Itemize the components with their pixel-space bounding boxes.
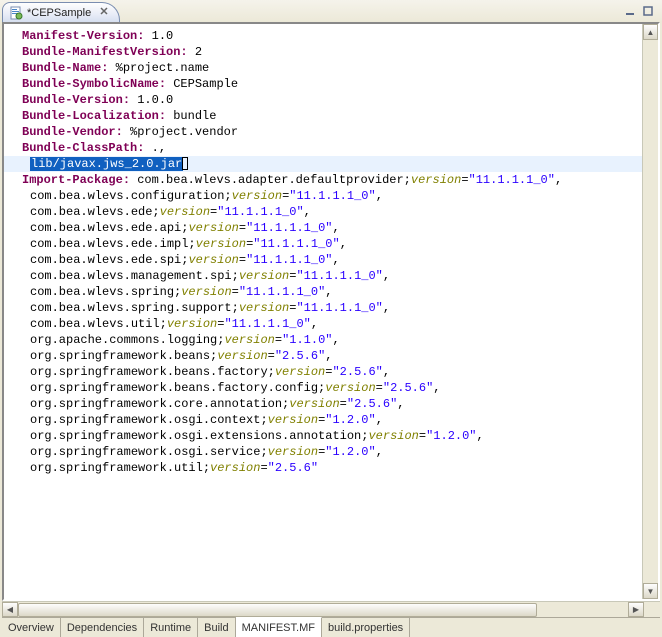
manifest-file-icon: [9, 6, 23, 20]
bottom-tab-build[interactable]: Build: [198, 618, 235, 637]
bottom-tab-overview[interactable]: Overview: [2, 618, 61, 637]
bottom-tab-bar: OverviewDependenciesRuntimeBuildMANIFEST…: [2, 617, 660, 637]
close-icon[interactable]: [99, 6, 109, 19]
editor-tab-bar: *CEPSample: [0, 0, 662, 22]
scroll-down-icon[interactable]: ▼: [643, 583, 658, 599]
scroll-thumb[interactable]: [18, 603, 537, 617]
editor-area: Manifest-Version: 1.0Bundle-ManifestVers…: [2, 22, 660, 601]
maximize-icon[interactable]: [640, 3, 656, 19]
horizontal-scrollbar[interactable]: ◀ ▶: [2, 601, 660, 617]
manifest-editor[interactable]: Manifest-Version: 1.0Bundle-ManifestVers…: [4, 24, 642, 599]
minimize-icon[interactable]: [622, 3, 638, 19]
tab-title: *CEPSample: [27, 7, 91, 19]
scroll-track-h[interactable]: [18, 602, 628, 617]
toolbar-right: [622, 0, 656, 22]
scroll-corner: [644, 602, 660, 617]
scroll-track[interactable]: [643, 40, 658, 583]
bottom-tab-manifest-mf[interactable]: MANIFEST.MF: [236, 617, 322, 637]
bottom-tab-build-properties[interactable]: build.properties: [322, 618, 410, 637]
vertical-scrollbar[interactable]: ▲ ▼: [642, 24, 658, 599]
scroll-right-icon[interactable]: ▶: [628, 602, 644, 617]
scroll-up-icon[interactable]: ▲: [643, 24, 658, 40]
bottom-tab-dependencies[interactable]: Dependencies: [61, 618, 144, 637]
editor-tab[interactable]: *CEPSample: [2, 2, 120, 22]
scroll-left-icon[interactable]: ◀: [2, 602, 18, 617]
bottom-tab-runtime[interactable]: Runtime: [144, 618, 198, 637]
